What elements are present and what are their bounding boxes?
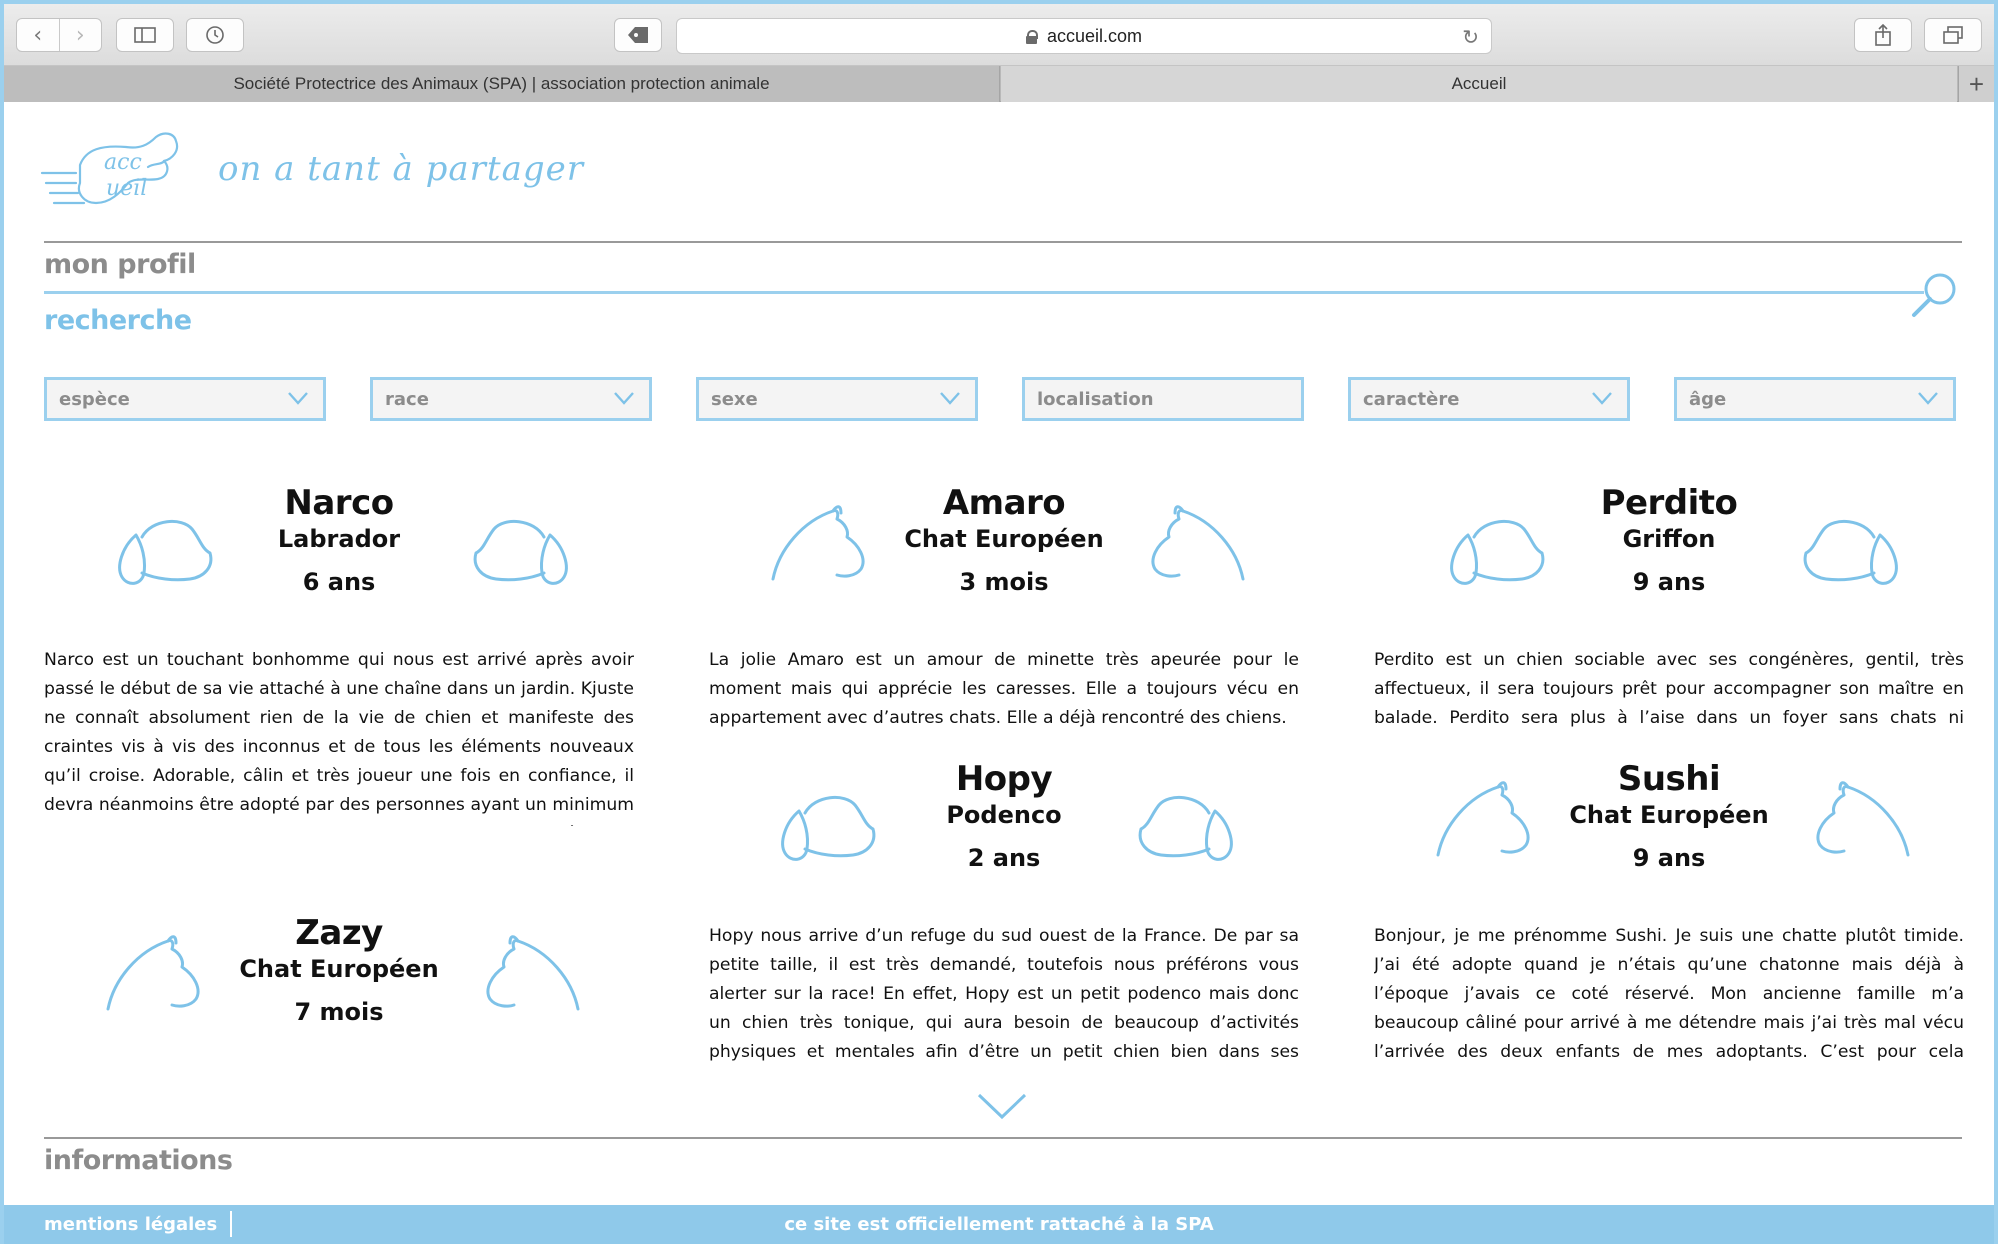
browser-window: ‹ › accueil.com ↻ Société Protectrice de… xyxy=(0,0,1998,1244)
filter-label: race xyxy=(385,388,429,410)
filter-label: localisation xyxy=(1037,388,1154,410)
search-icon[interactable] xyxy=(1910,271,1958,319)
animal-description: Narco est un touchant bonhomme qui nous … xyxy=(44,650,634,826)
browser-toolbar: ‹ › accueil.com ↻ xyxy=(4,4,1994,66)
sidebar-icon[interactable] xyxy=(116,18,174,52)
search-input[interactable] xyxy=(44,291,1924,294)
nav-buttons: ‹ › xyxy=(16,18,102,52)
address-bar[interactable]: accueil.com ↻ xyxy=(676,18,1492,54)
footer: mentions légales ce site est officiellem… xyxy=(4,1205,1994,1244)
tab-spa[interactable]: Société Protectrice des Animaux (SPA) | … xyxy=(4,66,1000,102)
forward-icon[interactable]: › xyxy=(58,19,102,51)
nav-search-link[interactable]: recherche xyxy=(44,305,192,336)
cat-icon xyxy=(1816,781,1910,857)
animal-card-hopy[interactable]: Hopy Podenco 2 ans xyxy=(709,759,1299,889)
logo[interactable]: acc ueil xyxy=(40,127,200,227)
tab-bar: Société Protectrice des Animaux (SPA) | … xyxy=(4,66,1994,102)
dog-icon xyxy=(1803,519,1898,585)
filter-sexe[interactable]: sexe xyxy=(696,377,978,421)
reload-icon[interactable]: ↻ xyxy=(1462,25,1479,50)
chevron-down-icon xyxy=(1592,392,1612,405)
dog-icon xyxy=(1138,795,1233,861)
animal-card-zazy[interactable]: Zazy Chat Européen 7 mois xyxy=(44,913,634,1043)
dog-icon xyxy=(473,519,568,585)
page-content: acc ueil on a tant à partager mon profil… xyxy=(4,103,1994,1244)
filter-espece[interactable]: espèce xyxy=(44,377,326,421)
animal-card-perdito[interactable]: Perdito Griffon 9 ans xyxy=(1374,483,1964,613)
cat-icon xyxy=(1151,505,1245,581)
animal-description: Perdito est un chien sociable avec ses c… xyxy=(1374,650,1964,728)
share-icon[interactable] xyxy=(1854,18,1912,52)
animal-description: La jolie Amaro est un amour de minette t… xyxy=(709,650,1299,728)
nav-info-link[interactable]: informations xyxy=(44,1145,233,1176)
new-tab-icon[interactable]: + xyxy=(1958,66,1994,102)
url-text: accueil.com xyxy=(1046,25,1143,46)
divider-bottom xyxy=(44,1137,1962,1139)
tab-accueil[interactable]: Accueil xyxy=(1001,66,1957,102)
filter-label: caractère xyxy=(1363,388,1460,410)
svg-text:ueil: ueil xyxy=(106,176,147,201)
tag-icon[interactable] xyxy=(614,18,662,52)
chevron-down-icon xyxy=(288,392,308,405)
back-icon[interactable]: ‹ xyxy=(17,19,59,51)
filter-label: âge xyxy=(1689,388,1727,410)
filter-caractere[interactable]: caractère xyxy=(1348,377,1630,421)
animal-card-narco[interactable]: Narco Labrador 6 ans xyxy=(44,483,634,613)
lock-icon xyxy=(1025,29,1038,44)
filter-localisation[interactable]: localisation xyxy=(1022,377,1304,421)
tabs-overview-icon[interactable] xyxy=(1924,18,1982,52)
animal-description: Bonjour, je me prénomme Sushi. Je suis u… xyxy=(1374,926,1964,1062)
cat-icon xyxy=(486,935,580,1011)
animal-description: Hopy nous arrive d’un refuge du sud oues… xyxy=(709,926,1299,1062)
scroll-down-icon[interactable] xyxy=(976,1091,1028,1121)
divider-top xyxy=(44,241,1962,243)
animal-card-amaro[interactable]: Amaro Chat Européen 3 mois xyxy=(709,483,1299,613)
animal-card-sushi[interactable]: Sushi Chat Européen 9 ans xyxy=(1374,759,1964,889)
filter-race[interactable]: race xyxy=(370,377,652,421)
nav-profile-link[interactable]: mon profil xyxy=(44,249,196,280)
chevron-down-icon xyxy=(1918,392,1938,405)
official-notice: ce site est officiellement rattaché à la… xyxy=(784,1214,1214,1235)
chevron-down-icon xyxy=(940,392,960,405)
filter-age[interactable]: âge xyxy=(1674,377,1956,421)
filter-label: espèce xyxy=(59,388,130,410)
slogan: on a tant à partager xyxy=(218,149,584,189)
history-icon[interactable] xyxy=(186,18,244,52)
svg-text:acc: acc xyxy=(104,150,142,175)
chevron-down-icon xyxy=(614,392,634,405)
filter-label: sexe xyxy=(711,388,758,410)
